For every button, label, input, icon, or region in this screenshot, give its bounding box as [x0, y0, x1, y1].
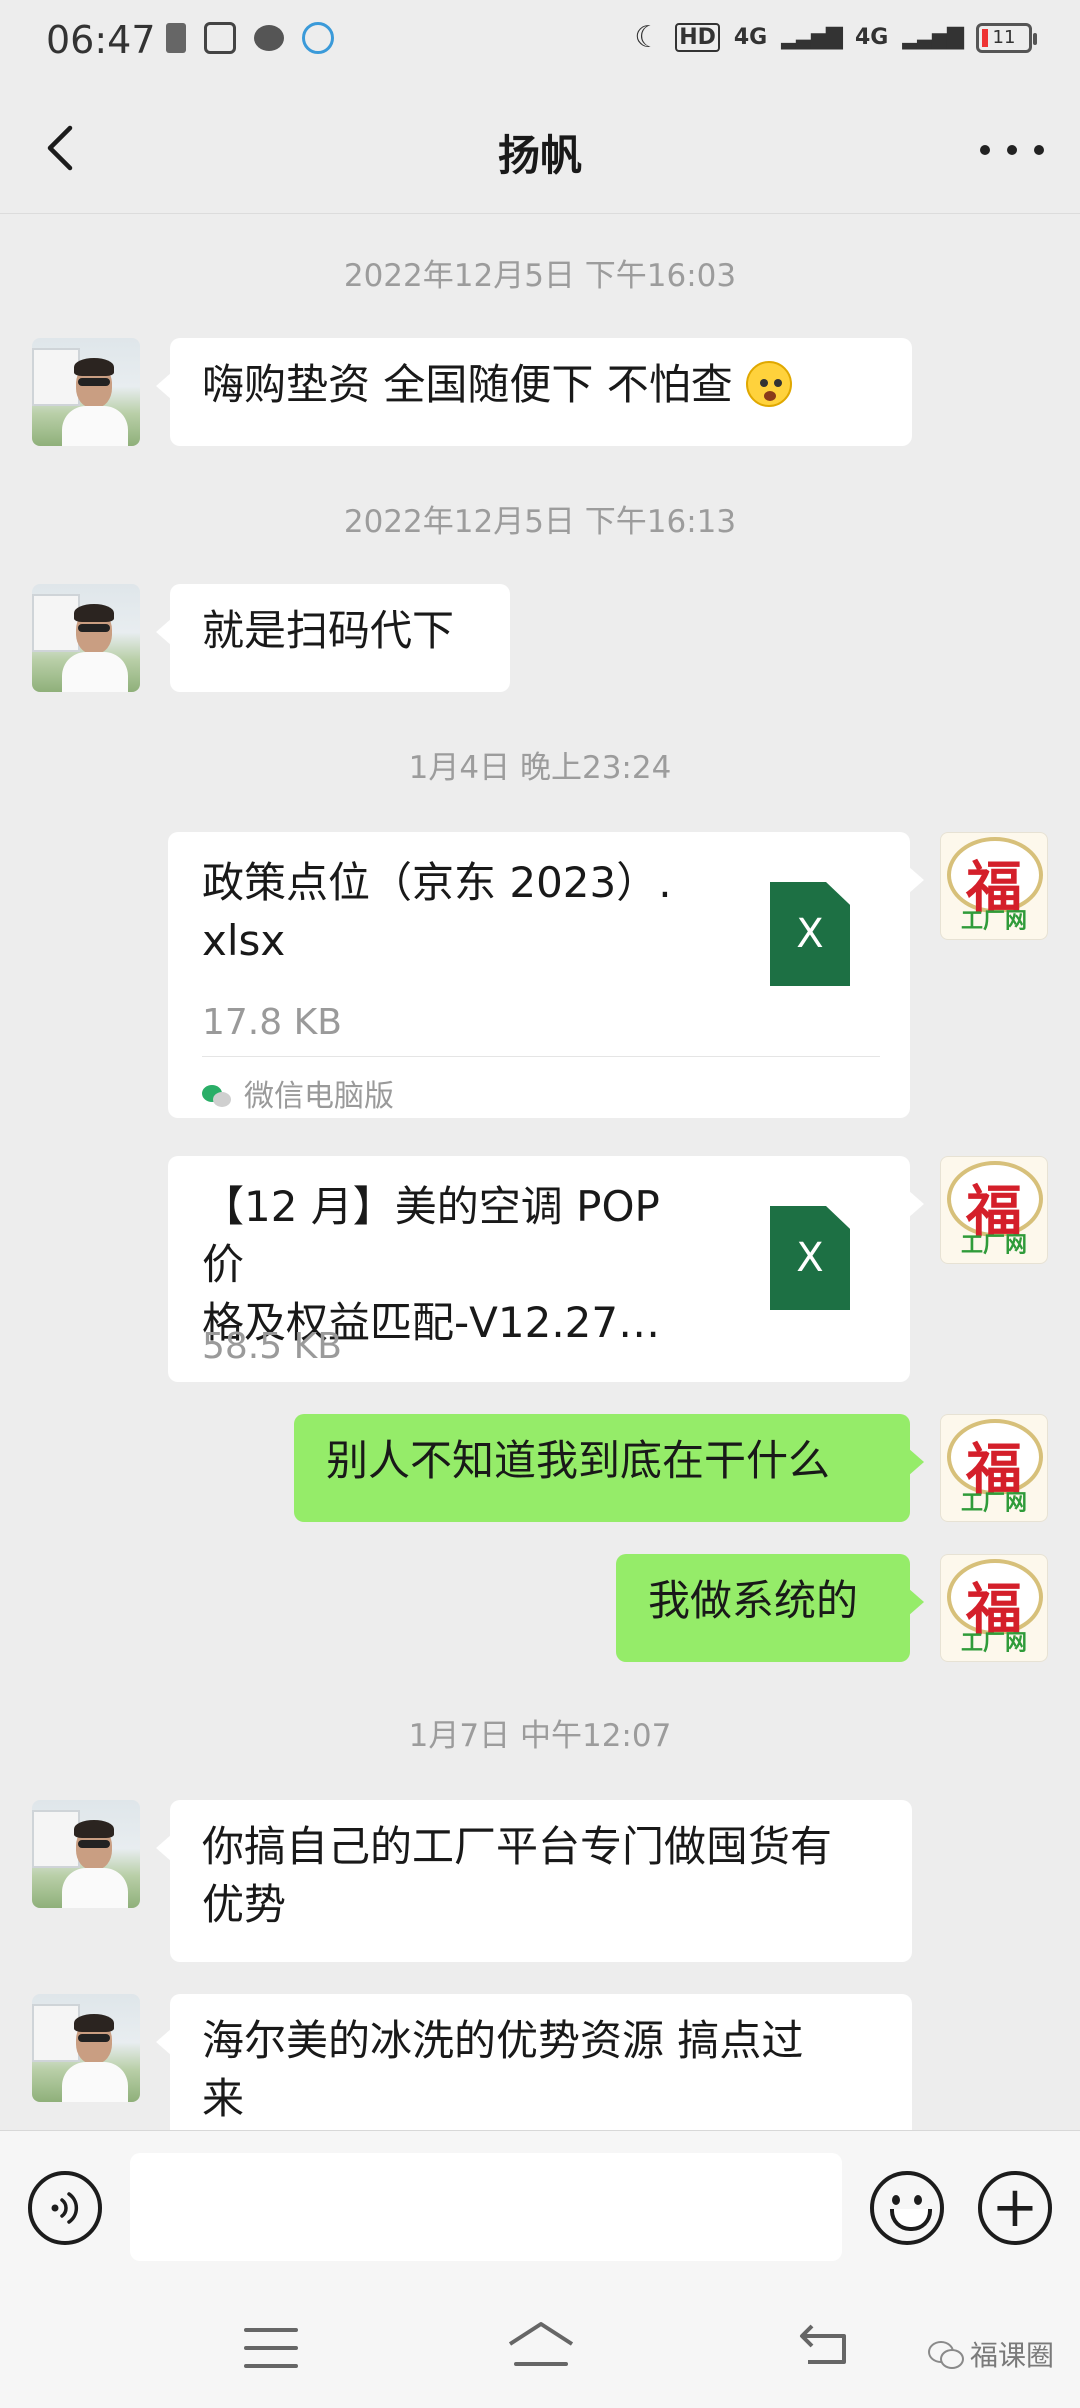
message-text: 别人不知道我到底在干什么: [326, 1436, 831, 1485]
my-avatar[interactable]: 福 工厂网: [940, 1156, 1048, 1264]
wechat-icon: [202, 1085, 232, 1109]
moon-icon: ☾: [634, 20, 662, 55]
voice-wave-icon: [51, 2192, 79, 2224]
recent-apps-icon[interactable]: [244, 2328, 298, 2368]
wechat-notification-icon: [254, 25, 284, 51]
signal-2-icon: ▂▃▅▇: [902, 25, 964, 50]
signal-2-label: 4G: [854, 25, 889, 50]
message-text-line: 来: [202, 2074, 245, 2123]
excel-file-icon: X: [770, 882, 850, 986]
file-size: 17.8 KB: [202, 1002, 342, 1043]
wechat-outline-icon: [927, 2341, 964, 2369]
excel-file-icon: X: [770, 1206, 850, 1310]
my-avatar[interactable]: 福 工厂网: [940, 832, 1048, 940]
message-text-line: 你搞自己的工厂平台专门做囤货有: [202, 1822, 833, 1871]
message-timestamp: 2022年12月5日 下午16:03: [343, 258, 737, 294]
battery-icon: 11: [976, 22, 1037, 53]
chat-header: 扬帆: [0, 84, 1080, 214]
file-message-bubble[interactable]: 政策点位（京东 2023）. xlsx 17.8 KB X 微信电脑版: [168, 832, 924, 1118]
battery-level: 11: [992, 27, 1016, 48]
my-avatar[interactable]: 福 工厂网: [940, 1414, 1048, 1522]
message-bubble-outgoing[interactable]: 我做系统的: [616, 1554, 924, 1662]
plus-icon[interactable]: +: [978, 2171, 1052, 2245]
message-bubble-incoming[interactable]: 你搞自己的工厂平台专门做囤货有 优势: [156, 1800, 912, 1962]
contact-avatar[interactable]: [32, 1994, 140, 2102]
signal-1-label: 4G: [733, 25, 768, 50]
contact-avatar[interactable]: [32, 338, 140, 446]
home-icon[interactable]: [506, 2320, 576, 2370]
hd-badge: HD: [675, 23, 720, 52]
message-bubble-incoming[interactable]: 嗨购垫资 全国随便下 不怕查: [156, 338, 912, 446]
my-avatar[interactable]: 福 工厂网: [940, 1554, 1048, 1662]
message-text: 嗨购垫资 全国随便下 不怕查: [202, 360, 733, 409]
status-bar: 06:47 ☾ HD 4G ▂▃▅▇ 4G ▂▃▅▇ 11: [0, 0, 1080, 84]
contact-avatar[interactable]: [32, 584, 140, 692]
back-icon[interactable]: [794, 2322, 850, 2370]
message-timestamp: 1月4日 晚上23:24: [408, 750, 672, 786]
chat-title: 扬帆: [497, 131, 582, 180]
message-text-line: 优势: [202, 1880, 287, 1929]
more-dots-icon[interactable]: [980, 122, 1044, 178]
voice-icon[interactable]: [28, 2171, 102, 2245]
file-divider: [202, 1056, 880, 1057]
message-text: 就是扫码代下: [202, 606, 455, 655]
emoji-icon[interactable]: [870, 2171, 944, 2245]
message-bubble-incoming[interactable]: 海尔美的冰洗的优势资源 搞点过 来: [156, 1994, 912, 2130]
gallery-notification-icon: [204, 22, 236, 54]
file-size: 58.5 KB: [202, 1326, 342, 1367]
message-text-line: 海尔美的冰洗的优势资源 搞点过: [202, 2016, 804, 2065]
status-system-icons: ☾ HD 4G ▂▃▅▇ 4G ▂▃▅▇ 11: [634, 20, 1037, 55]
contact-avatar[interactable]: [32, 1800, 140, 1908]
status-time: 06:47: [46, 18, 156, 62]
message-bubble-outgoing[interactable]: 别人不知道我到底在干什么: [294, 1414, 924, 1522]
system-navigation-bar: 福课圈: [0, 2286, 1080, 2408]
file-name: 政策点位（京东 2023）. xlsx: [202, 858, 672, 965]
signal-1-icon: ▂▃▅▇: [781, 25, 843, 50]
message-bubble-incoming[interactable]: 就是扫码代下: [156, 584, 510, 692]
message-input-bar: +: [0, 2130, 1080, 2286]
file-source: 微信电脑版: [202, 1068, 394, 1126]
message-timestamp: 2022年12月5日 下午16:13: [343, 504, 737, 540]
chat-message-list[interactable]: 2022年12月5日 下午16:03 嗨购垫资 全国随便下 不怕查 2022年1…: [0, 214, 1080, 2130]
message-text: 我做系统的: [648, 1576, 859, 1625]
status-notification-icons: [166, 22, 334, 54]
sim-card-icon: [166, 23, 186, 53]
watermark: 福课圈: [927, 2334, 1054, 2374]
message-notification-icon: [302, 22, 334, 54]
file-message-bubble[interactable]: 【12 月】美的空调 POP 价 格及权益匹配-V12.27… 58.5 KB …: [168, 1156, 924, 1382]
message-input[interactable]: [130, 2153, 842, 2261]
message-timestamp: 1月7日 中午12:07: [408, 1718, 672, 1754]
surprised-emoji-icon: [746, 361, 793, 407]
